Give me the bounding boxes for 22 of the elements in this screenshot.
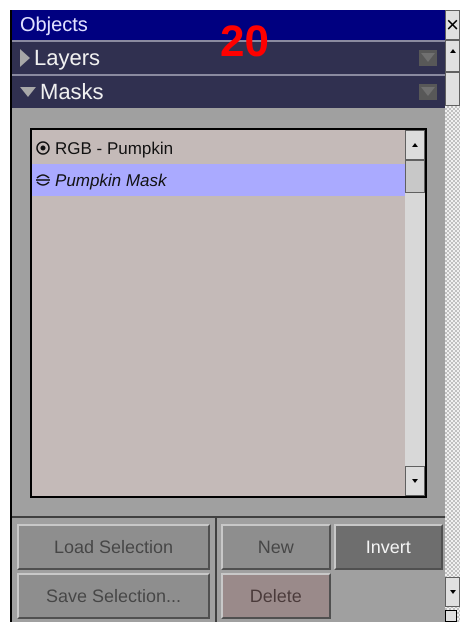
section-title: Layers bbox=[34, 47, 102, 69]
scroll-thumb[interactable] bbox=[405, 160, 425, 193]
collapsed-arrow-icon bbox=[20, 49, 30, 67]
down-arrow-icon bbox=[412, 479, 418, 483]
expanded-arrow-icon bbox=[20, 87, 36, 97]
up-arrow-icon bbox=[450, 49, 456, 53]
scroll-up-button[interactable] bbox=[445, 40, 460, 72]
resize-box[interactable] bbox=[445, 610, 457, 622]
mask-label: Pumpkin Mask bbox=[55, 172, 166, 188]
mask-item[interactable]: Pumpkin Mask bbox=[32, 164, 405, 196]
mask-label: RGB - Pumpkin bbox=[55, 140, 174, 156]
section-title: Masks bbox=[40, 81, 105, 103]
mask-item[interactable]: RGB - Pumpkin bbox=[32, 132, 405, 164]
section-header[interactable]: Masks bbox=[12, 74, 445, 108]
scroll-down-button[interactable] bbox=[445, 577, 460, 607]
mask-icon bbox=[35, 173, 51, 187]
down-arrow-icon bbox=[450, 590, 456, 594]
up-arrow-icon bbox=[412, 143, 418, 147]
close-button[interactable]: × bbox=[445, 10, 460, 40]
window-title: Objects bbox=[20, 15, 88, 35]
action-button[interactable]: Invert bbox=[334, 524, 443, 570]
scroll-thumb[interactable] bbox=[445, 72, 460, 106]
